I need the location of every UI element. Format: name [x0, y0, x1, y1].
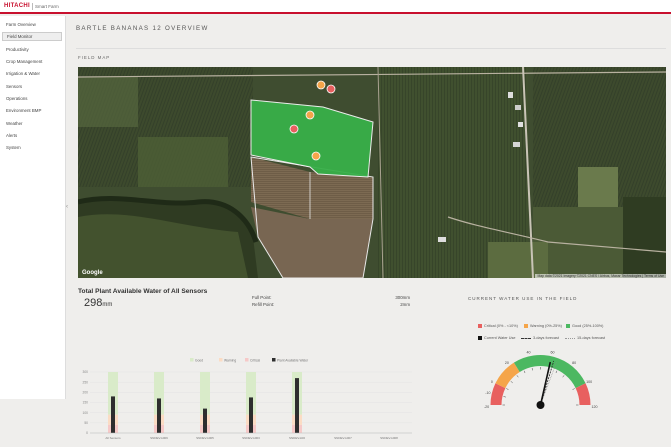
gauge-tick: [555, 370, 558, 374]
sidebar-item-crop-management[interactable]: Crop Management: [2, 57, 62, 66]
bar-legend-swatch: [190, 358, 194, 362]
y-tick-label: 50: [84, 421, 88, 425]
x-tick-label: SNDEV-k00: [289, 436, 305, 440]
forecast-3d-legend-swatch: [521, 338, 531, 339]
y-tick-label: 150: [82, 401, 88, 405]
paw-bar: [295, 378, 299, 433]
paw-title: Total Plant Available Water of All Senso…: [78, 288, 208, 295]
gauge-tick-label: 60: [551, 351, 555, 355]
title-divider: [76, 48, 666, 49]
x-tick-label: SNDEV-k007: [334, 436, 352, 440]
gauge-tick: [531, 367, 533, 371]
warning-legend-label: Warning (0%-25%): [530, 324, 562, 328]
y-tick-label: 200: [82, 391, 88, 395]
field-map[interactable]: Google Map data ©2021 Imagery ©2021 CNES…: [78, 67, 666, 278]
forecast-3d-legend-label: 3-days forecast: [533, 336, 559, 340]
paw-bar: [203, 408, 207, 433]
gauge-tick-label: 100: [586, 380, 592, 384]
sidebar-item-irrigation-water[interactable]: Irrigation & Water: [2, 69, 62, 78]
gauge-tick-label: -20: [484, 405, 489, 409]
sidebar: Farm Overview Field Monitor Productivity…: [0, 16, 66, 399]
x-tick-label: SNDEV-k009: [150, 436, 168, 440]
sidebar-item-sensors[interactable]: Sensors: [2, 82, 62, 91]
product-name: Smart Farm: [35, 3, 59, 9]
gauge-tick: [572, 388, 575, 390]
gauge-tick-label: -10: [485, 391, 490, 395]
paw-bar: [157, 398, 161, 433]
gauge-tick: [516, 375, 519, 378]
bar-legend-swatch: [272, 358, 276, 362]
forecast-15d-legend-swatch: [565, 338, 575, 339]
gauge-tick-label: 120: [592, 405, 598, 409]
current-water-title: CURRENT WATER USE IN THE FIELD: [468, 296, 578, 301]
critical-legend-label: Critical (0% - <10%): [484, 324, 518, 328]
logo-divider: [32, 3, 33, 10]
gauge-tick-label: 40: [526, 351, 530, 355]
bar-legend-swatch: [219, 358, 223, 362]
full-point-value: 300mm: [395, 295, 410, 300]
refill-point-value: 2mm: [400, 302, 410, 307]
bar-legend-label: Critical: [250, 359, 260, 363]
paw-unit: mm: [102, 302, 113, 308]
water-use-gauge: -20 -10 0 20 40 60 80 100 120: [484, 351, 598, 410]
satellite-imagery: [78, 67, 666, 278]
gauge-tick: [503, 396, 506, 398]
gauge-hub: [536, 401, 545, 409]
gauge-band: [495, 362, 520, 389]
full-point-label: Full Point:: [252, 295, 272, 300]
sidebar-item-environment-bmp[interactable]: Environment BMP: [2, 106, 62, 115]
bar-legend-swatch: [245, 358, 249, 362]
critical-legend-swatch: [478, 324, 482, 328]
bar-legend-label: Warning: [224, 359, 236, 363]
gauge-tick-label: 20: [505, 361, 509, 365]
y-tick-label: 0: [86, 431, 88, 435]
gauge-tick: [562, 375, 565, 378]
refill-point-label: Refill Point:: [252, 302, 275, 307]
page-title: BARTLE BANANAS 12 OVERVIEW: [76, 25, 209, 32]
google-logo: Google: [82, 270, 103, 276]
paw-bar: [111, 396, 115, 433]
gauge-tick: [510, 381, 513, 384]
gauge-tick: [506, 388, 509, 390]
gauge-tick-label: 80: [572, 361, 576, 365]
current-use-legend-swatch: [478, 336, 482, 340]
y-tick-label: 100: [82, 411, 88, 415]
forecast-15d-legend-label: 15-days forecast: [577, 336, 606, 340]
chevron-left-icon[interactable]: ‹: [66, 203, 71, 211]
paw-bar: [249, 397, 253, 433]
bar-legend-label: Good: [195, 359, 203, 363]
sidebar-item-alerts[interactable]: Alerts: [2, 131, 62, 140]
good-zone-bar: [200, 372, 210, 415]
gauge-tick-label: 0: [491, 380, 493, 384]
warning-legend-swatch: [524, 324, 528, 328]
map-attribution[interactable]: Map data ©2021 Imagery ©2021 CNES / Airb…: [535, 274, 666, 278]
y-tick-label: 300: [82, 370, 88, 374]
sidebar-item-productivity[interactable]: Productivity: [2, 45, 62, 54]
sidebar-item-farm-overview[interactable]: Farm Overview: [2, 20, 62, 29]
map-section-label: FIELD MAP: [78, 55, 111, 60]
hitachi-logo[interactable]: HITACHI: [4, 3, 30, 9]
x-tick-label: SNDEV-k008: [380, 436, 398, 440]
sidebar-item-field-monitor[interactable]: Field Monitor: [2, 32, 62, 41]
current-use-legend-label: Current Water Use: [484, 336, 516, 340]
y-tick-label: 250: [82, 380, 88, 384]
sidebar-item-weather[interactable]: Weather: [2, 119, 62, 128]
good-legend-label: Good (25%-100%): [572, 324, 604, 328]
sidebar-item-operations[interactable]: Operations: [2, 94, 62, 103]
gauge-tick: [523, 370, 526, 374]
bar-legend-label: Plant Available Water: [277, 359, 309, 363]
paw-bar-chart: Good Warning Critical Plant Available Water…: [82, 358, 412, 440]
x-tick-label: All Sensors: [105, 436, 121, 440]
good-legend-swatch: [566, 324, 570, 328]
top-bar: HITACHI Smart Farm: [0, 0, 671, 14]
paw-value: 298: [84, 297, 103, 309]
sidebar-item-system[interactable]: System: [2, 143, 62, 152]
x-tick-label: SNDEV-k003: [242, 436, 260, 440]
x-tick-label: SNDEV-k005: [196, 436, 214, 440]
paw-value-display: 298mm: [84, 297, 112, 309]
